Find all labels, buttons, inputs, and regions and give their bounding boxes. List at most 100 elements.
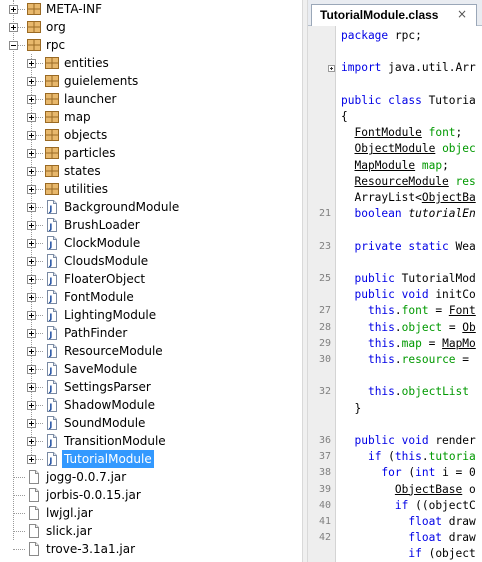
expand-icon[interactable] — [27, 311, 36, 320]
expand-icon[interactable] — [27, 365, 36, 374]
expand-icon[interactable] — [27, 275, 36, 284]
svg-text:J: J — [48, 367, 52, 376]
class-item[interactable]: J ResourceModule — [0, 342, 302, 360]
package-icon — [44, 109, 60, 125]
expand-icon[interactable] — [27, 221, 36, 230]
class-item[interactable]: J FontModule — [0, 288, 302, 306]
java-class-icon: J — [44, 235, 60, 251]
tree-item-label: META-INF — [46, 2, 103, 16]
package-item[interactable]: rpc — [0, 36, 302, 54]
class-item[interactable]: J LightingModule — [0, 306, 302, 324]
class-item[interactable]: J PathFinder — [0, 324, 302, 342]
expand-icon[interactable] — [27, 257, 36, 266]
class-item[interactable]: J SettingsParser — [0, 378, 302, 396]
class-item[interactable]: J SaveModule — [0, 360, 302, 378]
tree-item-label: FloaterObject — [64, 272, 146, 286]
code-token: rpc; — [388, 29, 422, 42]
class-item[interactable]: J TutorialModule — [0, 450, 302, 468]
jar-file-icon — [26, 505, 42, 521]
expand-icon[interactable] — [27, 167, 36, 176]
code-token: { — [341, 110, 348, 123]
class-item[interactable]: J SoundModule — [0, 414, 302, 432]
collapse-icon[interactable] — [9, 41, 18, 50]
jar-file-item[interactable]: trove-3.1a1.jar — [0, 540, 302, 558]
jar-file-item[interactable]: lwjgl.jar — [0, 504, 302, 522]
tree-item-label: BrushLoader — [64, 218, 140, 232]
expand-icon[interactable] — [27, 113, 36, 122]
code-token: this — [367, 320, 395, 334]
code-token: ; — [442, 158, 449, 172]
line-number: 37 — [318, 451, 331, 463]
jar-file-item[interactable]: jogg-0.0.7.jar — [0, 468, 302, 486]
expand-icon[interactable] — [27, 329, 36, 338]
close-icon[interactable]: × — [455, 7, 469, 21]
class-item[interactable]: J ClockModule — [0, 234, 302, 252]
expand-icon[interactable] — [27, 239, 36, 248]
class-item[interactable]: J FloaterObject — [0, 270, 302, 288]
project-tree[interactable]: META-INF org rpc entities guielements launche… — [0, 0, 302, 562]
package-icon — [26, 19, 42, 35]
editor-tab[interactable]: TutorialModule.class × — [311, 4, 477, 26]
code-area[interactable]: package rpc; import java.util.Arr public c… — [336, 26, 482, 562]
code-token: ObjectBa — [421, 191, 476, 204]
expand-icon[interactable] — [27, 185, 36, 194]
code-token: this — [367, 304, 395, 318]
package-item[interactable]: utilities — [0, 180, 302, 198]
package-item[interactable]: launcher — [0, 90, 302, 108]
tree-item-label: states — [64, 164, 101, 178]
expand-icon[interactable] — [27, 383, 36, 392]
jar-file-icon — [26, 487, 42, 503]
expand-icon[interactable] — [27, 455, 36, 464]
class-item[interactable]: J BrushLoader — [0, 216, 302, 234]
package-item[interactable]: objects — [0, 126, 302, 144]
expand-icon[interactable] — [27, 59, 36, 68]
expand-icon[interactable] — [27, 95, 36, 104]
expand-icon[interactable] — [27, 401, 36, 410]
package-item[interactable]: entities — [0, 54, 302, 72]
expand-icon[interactable] — [27, 203, 36, 212]
tree-item-label: ResourceModule — [64, 344, 163, 358]
package-item[interactable]: particles — [0, 144, 302, 162]
java-class-icon: J — [44, 343, 60, 359]
class-item[interactable]: J TransitionModule — [0, 432, 302, 450]
expand-icon[interactable] — [27, 131, 36, 140]
jar-file-item[interactable]: slick.jar — [0, 522, 302, 540]
code-token: ObjectBase — [394, 482, 463, 496]
svg-text:J: J — [48, 457, 52, 466]
package-item[interactable]: guielements — [0, 72, 302, 90]
expand-icon[interactable] — [9, 23, 18, 32]
class-item[interactable]: J ShadowModule — [0, 396, 302, 414]
code-token: res — [455, 174, 476, 188]
expand-icon[interactable] — [9, 5, 18, 14]
class-item[interactable]: J BackgroundModule — [0, 198, 302, 216]
package-icon — [44, 73, 60, 89]
svg-text:J: J — [48, 385, 52, 394]
code-token: font — [428, 126, 456, 140]
expand-icon[interactable] — [27, 419, 36, 428]
code-token: public class — [341, 93, 422, 107]
package-item[interactable]: map — [0, 108, 302, 126]
package-item[interactable]: org — [0, 18, 302, 36]
class-item[interactable]: J CloudsModule — [0, 252, 302, 270]
expand-icon[interactable] — [27, 77, 36, 86]
expand-icon[interactable] — [27, 437, 36, 446]
jar-file-item[interactable]: jorbis-0.0.15.jar — [0, 486, 302, 504]
expand-icon[interactable] — [27, 149, 36, 158]
tree-item-label: lwjgl.jar — [46, 506, 93, 520]
expand-icon[interactable] — [27, 293, 36, 302]
java-class-icon: J — [44, 379, 60, 395]
fold-expand-icon[interactable] — [328, 65, 335, 73]
package-icon — [26, 37, 42, 53]
tree-item-label: jogg-0.0.7.jar — [46, 470, 127, 484]
code-editor[interactable]: TutorialModule.class × 21 23 25 27 28 29 30 32 3… — [308, 0, 482, 562]
package-item[interactable]: META-INF — [0, 0, 302, 18]
expand-icon[interactable] — [27, 347, 36, 356]
package-item[interactable]: states — [0, 162, 302, 180]
